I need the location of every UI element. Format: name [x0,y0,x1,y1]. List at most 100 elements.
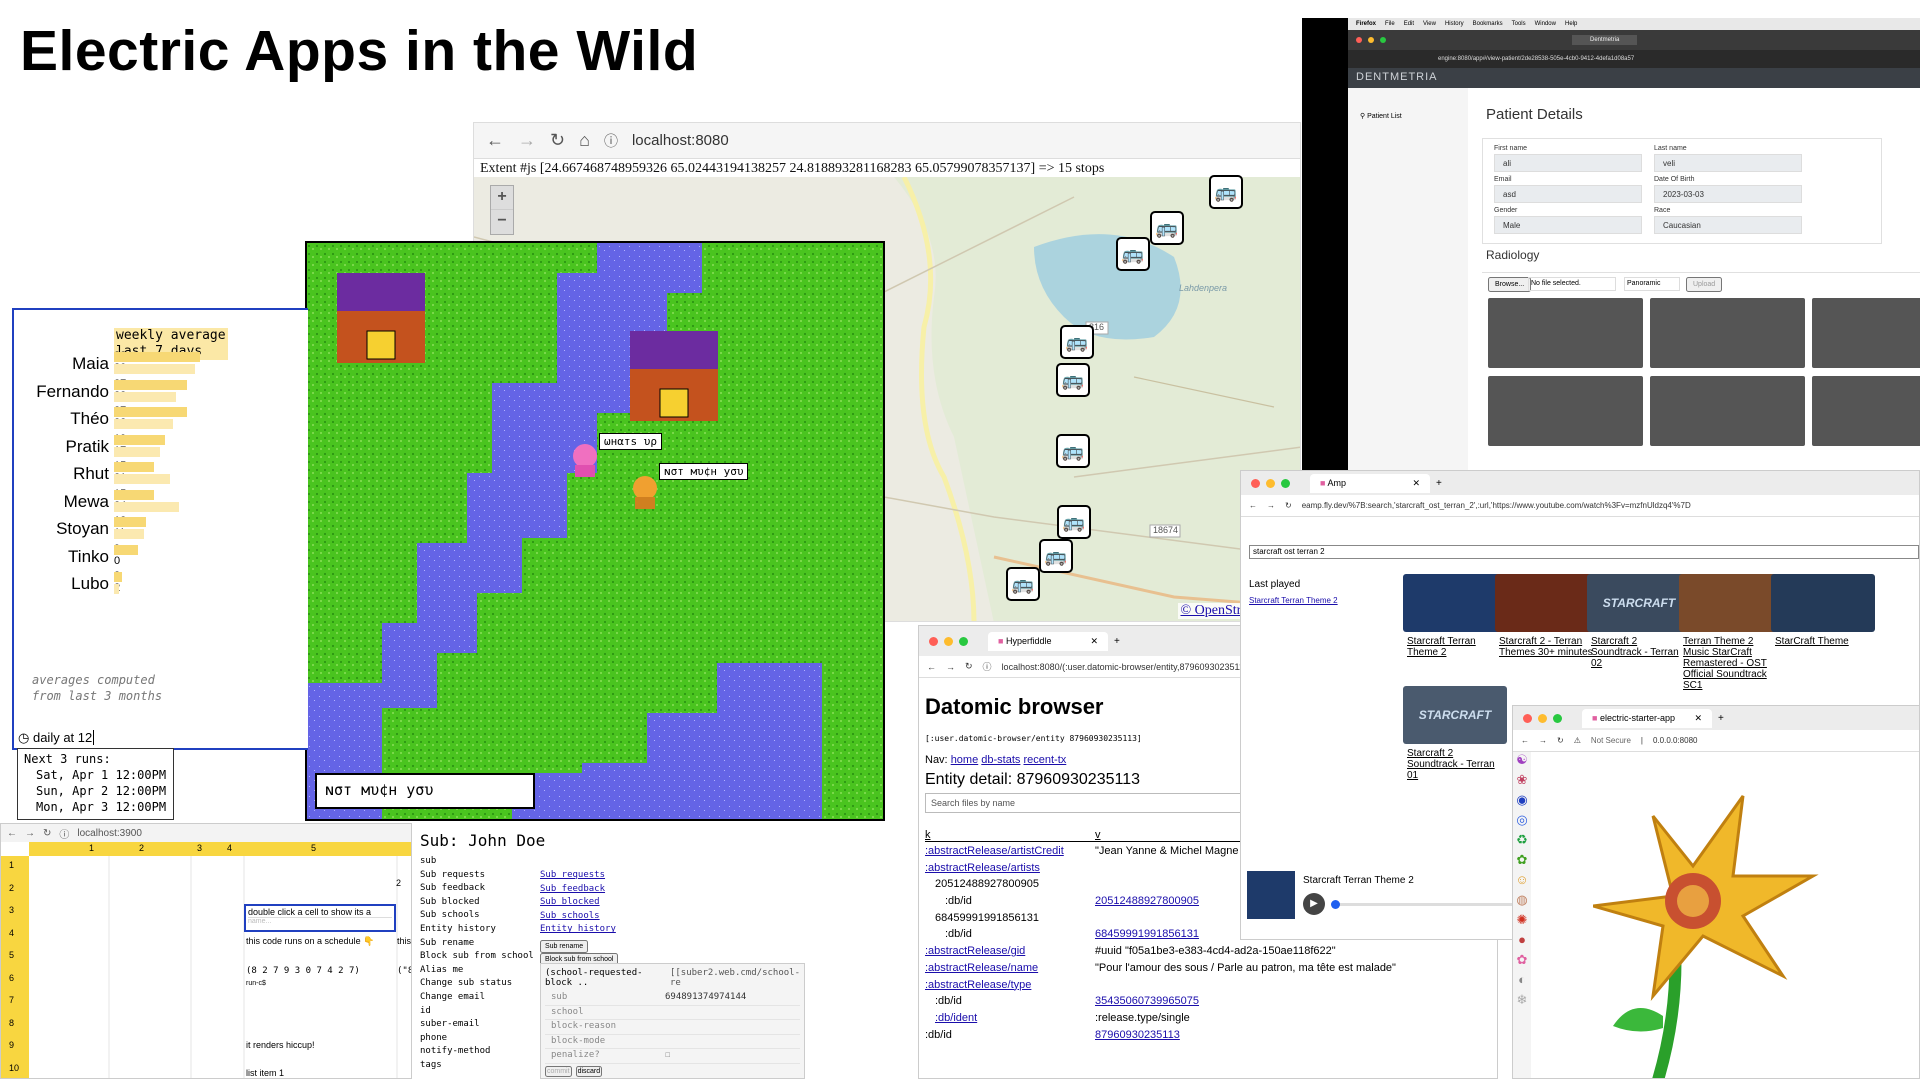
back-icon[interactable]: ← [486,130,504,151]
cell[interactable]: it renders hiccup! [246,1040,315,1050]
url-field[interactable]: eamp.fly.dev/%7B:search,'starcraft_ost_t… [1302,501,1691,510]
extension-icon[interactable]: ☯ [1513,752,1531,772]
email-field[interactable]: asd [1494,185,1642,203]
form-row[interactable]: sub 694891374974144 [545,991,800,1006]
close-icon[interactable]: ✕ [1412,478,1420,489]
new-tab-icon[interactable]: + [1114,636,1120,647]
first-name-field[interactable]: ali [1494,154,1642,172]
file-input[interactable]: No file selected. [1528,277,1616,291]
cell[interactable]: this [397,936,411,946]
video-title[interactable]: Starcraft 2 Soundtrack - Terran 01 [1403,744,1507,785]
brand-logo[interactable]: DENTMETRIA [1356,71,1438,83]
extension-icon[interactable]: ◍ [1513,892,1531,912]
video-card[interactable]: Starcraft 2 - Terran Themes 30+ minutes [1495,574,1599,662]
row-header[interactable]: 5 [9,950,14,960]
play-button[interactable]: ▶ [1303,893,1325,915]
nav-db-stats-link[interactable]: db-stats [981,754,1020,766]
reload-icon[interactable]: ↻ [965,661,973,672]
gender-field[interactable]: Male [1494,216,1642,234]
column-header[interactable]: 5 [311,843,316,853]
extension-icon[interactable]: ❀ [1513,772,1531,792]
cell-key[interactable]: :abstractRelease/artists [925,862,1040,874]
cell-value[interactable]: 87960930235113 [1095,1029,1180,1041]
bus-stop-icon[interactable]: 🚌 [1150,211,1184,245]
flower-scene[interactable] [1593,766,1913,1079]
menu-item[interactable]: Tools [1512,21,1526,27]
nav-patient-list[interactable]: ⚲ Patient List [1360,112,1402,120]
sub-link[interactable]: Sub feedback [540,883,616,897]
sub-rename-button[interactable]: Sub rename [540,940,589,953]
browser-tab[interactable]: ■ electric-starter-app ✕ [1582,708,1712,728]
browser-tab[interactable]: ■ Hyperfiddle ✕ [988,631,1108,651]
sub-link[interactable]: Sub blocked [540,896,616,910]
extension-icon[interactable]: ❄ [1513,992,1531,1012]
menu-item[interactable]: Window [1535,21,1556,27]
menu-item[interactable]: Firefox [1356,21,1376,27]
forward-icon[interactable]: → [25,828,35,839]
column-header[interactable]: 4 [227,843,232,853]
zoom-out-button[interactable]: − [491,210,513,234]
url-field[interactable]: localhost:8080/(:user.datomic-browser/en… [1002,662,1252,672]
upload-button[interactable]: Upload [1686,277,1723,292]
row-header[interactable]: 8 [9,1018,14,1028]
close-icon[interactable]: ✕ [1090,636,1098,647]
bus-stop-icon[interactable]: 🚌 [1056,434,1090,468]
browse-button[interactable]: Browse... [1488,277,1532,292]
chat-input[interactable]: ɴσт мυ¢н уσυ [315,773,535,809]
cell[interactable]: this code runs on a schedule 👇 [246,936,374,947]
form-row[interactable]: school [545,1006,800,1020]
video-title[interactable]: Starcraft 2 - Terran Themes 30+ minutes [1495,632,1599,662]
menu-item[interactable]: Bookmarks [1473,21,1503,27]
sub-link[interactable]: Sub requests [540,869,616,883]
video-title[interactable]: Starcraft Terran Theme 2 [1403,632,1507,662]
close-icon[interactable]: ✕ [1694,713,1702,724]
cell-value[interactable]: 20512488927800905 [1095,895,1199,907]
last-name-field[interactable]: veli [1654,154,1802,172]
xray-thumbnail[interactable] [1650,298,1805,368]
bus-stop-icon[interactable]: 🚌 [1209,175,1243,209]
back-icon[interactable]: ← [1249,501,1257,510]
video-card[interactable]: Starcraft Terran Theme 2 [1403,574,1507,662]
video-card[interactable]: STARCRAFT Starcraft 2 Soundtrack - Terran… [1403,686,1507,785]
search-input[interactable]: starcraft ost terran 2 [1249,545,1919,559]
reload-icon[interactable]: ↻ [550,130,565,151]
extension-icon[interactable]: ● [1513,932,1531,952]
xray-thumbnail[interactable] [1812,376,1920,446]
column-header[interactable]: 3 [197,843,202,853]
cell-value[interactable]: 35435060739965075 [1095,995,1199,1007]
menu-item[interactable]: File [1385,21,1395,27]
form-row[interactable]: penalize? ☐ [545,1049,800,1064]
column-header-k[interactable]: k [925,829,931,841]
extension-icon[interactable]: ◉ [1513,792,1531,812]
menu-item[interactable]: Edit [1404,21,1414,27]
home-icon[interactable]: ⌂ [579,130,590,151]
extension-icon[interactable]: ✿ [1513,852,1531,872]
extension-icon[interactable]: ◎ [1513,812,1531,832]
video-title[interactable]: Terran Theme 2 Music StarCraft Remastere… [1679,632,1783,695]
dob-field[interactable]: 2023-03-03 [1654,185,1802,203]
bus-stop-icon[interactable]: 🚌 [1056,363,1090,397]
back-icon[interactable]: ← [1521,736,1529,745]
info-icon[interactable]: ⓘ [604,131,618,151]
column-header[interactable]: 1 [89,843,94,853]
progress-track[interactable] [1333,903,1533,906]
form-field-value[interactable]: 694891374974144 [665,991,746,1005]
cell[interactable]: 2 [396,878,401,888]
reload-icon[interactable]: ↻ [43,828,51,839]
bus-stop-icon[interactable]: 🚌 [1039,539,1073,573]
xray-thumbnail[interactable] [1488,376,1643,446]
zoom-in-button[interactable]: + [491,186,513,210]
extension-icon[interactable]: ☺ [1513,872,1531,892]
xray-thumbnail[interactable] [1650,376,1805,446]
cell[interactable]: ("8 [397,966,411,976]
forward-icon[interactable]: → [1539,736,1547,745]
bus-stop-icon[interactable]: 🚌 [1006,567,1040,601]
progress-handle[interactable] [1331,900,1340,909]
cell-key[interactable]: :db/ident [935,1012,977,1024]
extension-icon[interactable]: ✿ [1513,952,1531,972]
game-window[interactable]: ωнαтѕ υρ ɴσт мυ¢н уσυ ɴσт мυ¢н уσυ [305,241,885,821]
tooltip-name-input[interactable]: name... [248,917,392,925]
row-header[interactable]: 2 [9,883,14,893]
nav-home-link[interactable]: home [951,754,979,766]
browser-tab[interactable]: ■ Amp ✕ [1310,473,1430,493]
